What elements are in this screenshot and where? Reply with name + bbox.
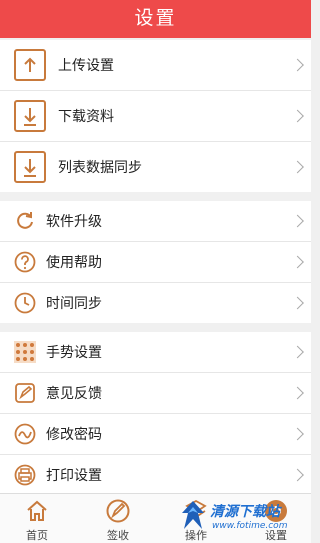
page-header: 设置 bbox=[0, 0, 311, 38]
tab-label: 签收 bbox=[107, 529, 129, 542]
settings-item-help[interactable]: 使用帮助 bbox=[0, 242, 311, 283]
settings-item-label: 软件升级 bbox=[46, 214, 102, 230]
refresh-icon bbox=[17, 212, 33, 229]
settings-item-label: 手势设置 bbox=[46, 345, 102, 361]
settings-item-label: 意见反馈 bbox=[46, 386, 102, 402]
settings-item-upload[interactable]: 上传设置 bbox=[0, 40, 311, 91]
settings-group-3: 手势设置 意见反馈 修改密码 打印设置 bbox=[0, 332, 311, 495]
settings-item-time-sync[interactable]: 时间同步 bbox=[0, 283, 311, 323]
watermark-logo: 清源下载站 www.fotime.com bbox=[178, 497, 290, 541]
settings-item-label: 列表数据同步 bbox=[58, 160, 142, 176]
help-icon bbox=[14, 251, 36, 273]
settings-item-upgrade[interactable]: 软件升级 bbox=[0, 201, 311, 242]
settings-item-label: 时间同步 bbox=[46, 296, 102, 312]
password-icon bbox=[14, 423, 36, 445]
settings-item-password[interactable]: 修改密码 bbox=[0, 414, 311, 455]
watermark-text: 清源下载站 bbox=[210, 504, 280, 520]
settings-item-label: 打印设置 bbox=[46, 468, 102, 484]
upload-icon bbox=[14, 49, 46, 81]
settings-item-label: 使用帮助 bbox=[46, 255, 102, 271]
chevron-right-icon bbox=[291, 345, 304, 359]
tab-sign[interactable]: 签收 bbox=[88, 494, 148, 543]
settings-item-label: 修改密码 bbox=[46, 427, 102, 443]
settings-item-feedback[interactable]: 意见反馈 bbox=[0, 373, 311, 414]
tab-label: 首页 bbox=[26, 529, 48, 542]
settings-item-gesture[interactable]: 手势设置 bbox=[0, 332, 311, 373]
chevron-right-icon bbox=[291, 427, 304, 441]
chevron-right-icon bbox=[291, 386, 304, 400]
settings-item-download[interactable]: 下载资料 bbox=[0, 91, 311, 142]
settings-item-print[interactable]: 打印设置 bbox=[0, 455, 311, 495]
page-title: 设置 bbox=[134, 7, 177, 29]
chevron-right-icon bbox=[291, 214, 304, 228]
clock-icon bbox=[14, 292, 36, 314]
home-icon bbox=[27, 500, 47, 521]
list-sync-icon bbox=[14, 151, 46, 183]
sign-icon bbox=[106, 499, 130, 523]
download-icon bbox=[14, 100, 46, 132]
settings-item-label: 上传设置 bbox=[58, 58, 114, 74]
chevron-right-icon bbox=[291, 468, 304, 482]
settings-group-2: 软件升级 使用帮助 时间同步 bbox=[0, 201, 311, 323]
chevron-right-icon bbox=[291, 255, 304, 269]
printer-icon bbox=[14, 464, 36, 486]
tab-home[interactable]: 首页 bbox=[7, 494, 67, 543]
settings-group-1: 上传设置 下载资料 列表数据同步 bbox=[0, 40, 311, 192]
gesture-grid-icon bbox=[14, 341, 36, 363]
feedback-icon bbox=[15, 383, 35, 403]
chevron-right-icon bbox=[291, 58, 304, 72]
settings-item-list-sync[interactable]: 列表数据同步 bbox=[0, 142, 311, 192]
chevron-right-icon bbox=[291, 160, 304, 174]
settings-item-label: 下载资料 bbox=[58, 109, 114, 125]
chevron-right-icon bbox=[291, 296, 304, 310]
chevron-right-icon bbox=[291, 109, 304, 123]
watermark-url: www.fotime.com bbox=[212, 521, 288, 531]
